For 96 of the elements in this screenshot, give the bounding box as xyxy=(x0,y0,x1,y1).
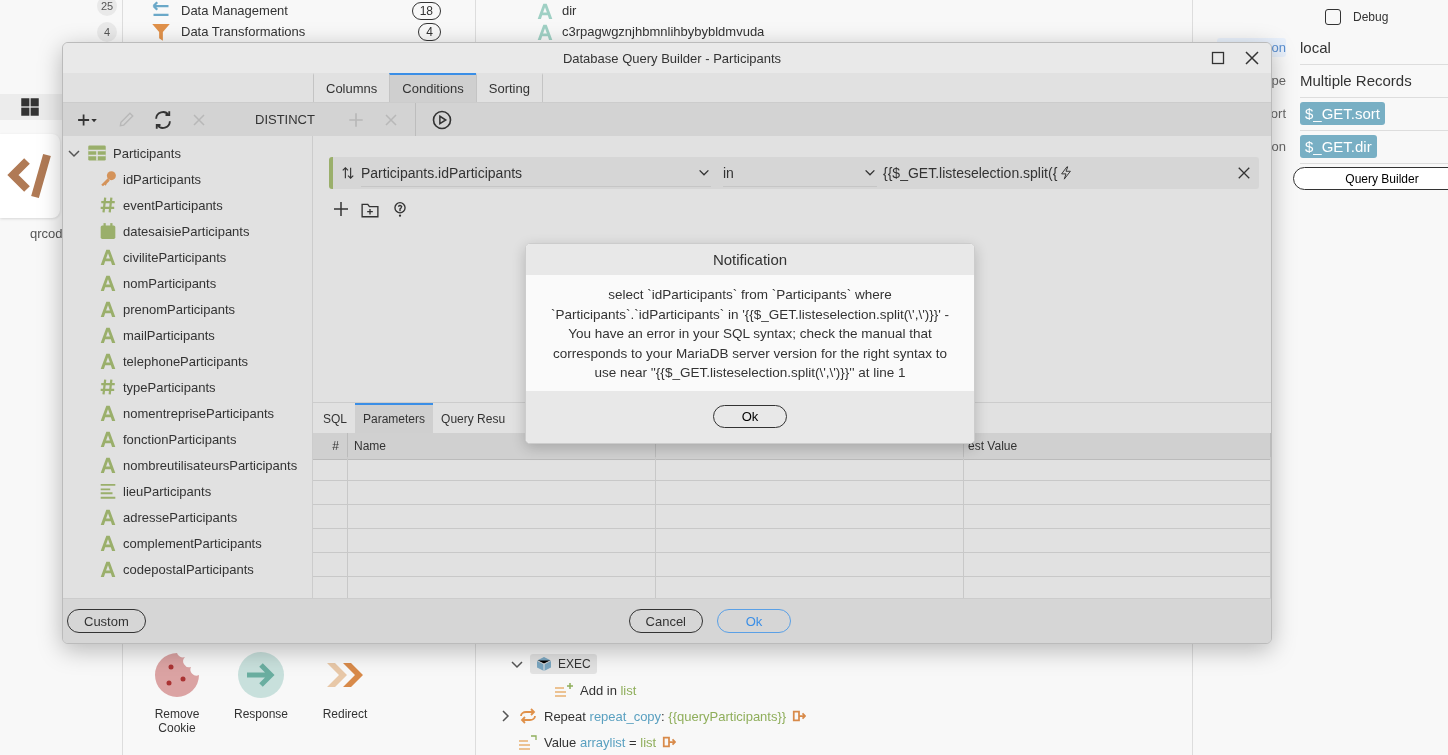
flow-step: Add in list xyxy=(580,682,637,698)
distinct-button[interactable]: DISTINCT xyxy=(253,110,317,129)
property-value[interactable]: local xyxy=(1300,38,1331,56)
plus-icon xyxy=(346,110,365,129)
key-icon xyxy=(99,170,117,188)
list-plus-icon xyxy=(554,680,574,700)
tree-item[interactable]: nomentrepriseParticipants xyxy=(123,405,275,421)
category-item[interactable]: Data Transformations xyxy=(181,24,409,39)
hash-icon xyxy=(99,196,117,214)
exec-step[interactable]: EXEC xyxy=(530,654,597,674)
letter-a-icon xyxy=(99,534,117,552)
letter-a-icon xyxy=(99,430,117,448)
action-label[interactable]: Redirect xyxy=(322,707,368,721)
letter-a-icon xyxy=(99,248,117,266)
column-header: est Value xyxy=(964,433,1271,460)
letter-a-icon xyxy=(99,456,117,474)
cube-icon xyxy=(536,656,552,672)
tile-label: qrcod xyxy=(30,226,63,241)
lines-icon xyxy=(99,482,117,500)
list-link-icon xyxy=(518,732,538,752)
property-label: pe xyxy=(1270,72,1286,90)
checkbox-label: Debug xyxy=(1353,10,1389,24)
table-icon xyxy=(87,143,107,163)
grid-view-icon xyxy=(20,97,40,117)
component-tile[interactable] xyxy=(0,134,60,218)
letter-a-icon xyxy=(536,1,554,20)
repeat-icon xyxy=(518,706,538,726)
property-label: on xyxy=(1270,138,1286,156)
funnel-icon xyxy=(151,21,171,42)
letter-a-icon xyxy=(99,274,117,292)
value-field[interactable]: {{$_GET.listeselection.split({ xyxy=(883,165,1058,181)
tree-item[interactable]: mailParticipants xyxy=(123,327,215,343)
tree-item[interactable]: complementParticipants xyxy=(123,535,262,551)
calendar-icon xyxy=(99,222,117,240)
tree-item[interactable]: eventParticipants xyxy=(123,197,223,213)
tree-item[interactable]: idParticipants xyxy=(123,171,202,187)
error-message: select `idParticipants` from `Participants` where `Participants`.`idParticipants` in '{{$_GET.listeselection.split(\',\')}}' - You have an error in your SQL syntax; check the manual that corresponds to your MariaDB server version for the right syntax to use near ''{{$_GET.listeselection.split(\',\')}}'' at line 1 xyxy=(550,287,950,380)
letter-a-icon xyxy=(99,404,117,422)
refresh-icon xyxy=(153,109,173,130)
field-select[interactable]: Participants.idParticipants xyxy=(361,159,711,187)
arrow-circle-icon xyxy=(237,651,285,699)
letter-a-icon xyxy=(99,300,117,318)
tab[interactable]: Query Resu xyxy=(433,403,514,433)
close-icon xyxy=(1237,166,1251,180)
field-name[interactable]: dir xyxy=(562,3,577,18)
tree-item[interactable]: civiliteParticipants xyxy=(123,249,227,265)
letter-a-icon xyxy=(99,508,117,526)
count-badge: 25 xyxy=(97,0,117,16)
letter-a-icon xyxy=(99,326,117,344)
tree-item[interactable]: typeParticipants xyxy=(123,379,216,395)
letter-a-icon xyxy=(99,560,117,578)
tree-item[interactable]: telephoneParticipants xyxy=(123,353,249,369)
operator-select[interactable]: in xyxy=(723,159,877,187)
action-label[interactable]: Remove Cookie xyxy=(147,707,207,735)
field-name[interactable]: c3rpagwgznjhbmnlihbybybldmvuda xyxy=(562,24,765,39)
tree-item[interactable]: Participants xyxy=(113,145,181,161)
tab[interactable]: Conditions xyxy=(389,73,476,102)
tab[interactable]: Parameters xyxy=(355,403,434,433)
close-icon xyxy=(191,111,207,128)
flow-step: Repeat repeat_copy: {{queryParticipants}} xyxy=(544,708,787,724)
letter-a-icon xyxy=(99,352,117,370)
hash-icon xyxy=(99,378,117,396)
notification-title: Notification xyxy=(712,251,788,268)
column-header: # xyxy=(313,433,348,460)
close-icon[interactable] xyxy=(1245,51,1259,65)
property-value[interactable]: Multiple Records xyxy=(1300,71,1412,89)
tree-item[interactable]: nombreutilisateursParticipants xyxy=(123,457,298,473)
tree-item[interactable]: prenomParticipants xyxy=(123,301,235,317)
tab[interactable]: Sorting xyxy=(475,73,543,102)
tree-item[interactable]: nomParticipants xyxy=(123,275,217,291)
play-circle-icon xyxy=(431,109,452,130)
tab[interactable]: SQL xyxy=(315,403,355,433)
folder-plus-icon xyxy=(361,201,379,219)
action-label[interactable]: Response xyxy=(233,707,288,721)
category-item[interactable]: Data Management xyxy=(181,3,402,18)
checkbox[interactable] xyxy=(1325,9,1341,25)
count-badge: 4 xyxy=(97,22,117,42)
exit-icon xyxy=(792,709,807,723)
query-builder-button[interactable]: Query Builder xyxy=(1293,167,1448,190)
exit-icon xyxy=(662,735,677,749)
tree-item[interactable]: fonctionParticipants xyxy=(123,431,237,447)
tree-item[interactable]: adresseParticipants xyxy=(123,509,238,525)
pencil-icon xyxy=(117,110,135,129)
close-icon xyxy=(382,111,399,128)
sort-icon xyxy=(341,166,355,180)
tree-item[interactable]: lieuParticipants xyxy=(123,483,212,499)
lightning-icon xyxy=(1059,166,1074,180)
tree-item[interactable]: codepostalParticipants xyxy=(123,561,254,577)
tree-item[interactable]: datesaisieParticipants xyxy=(123,223,250,239)
dialog-title: Database Query Builder - Participants xyxy=(561,50,783,66)
maximize-icon[interactable] xyxy=(1211,51,1225,65)
cookie-icon xyxy=(153,651,201,699)
letter-a-icon xyxy=(536,22,554,41)
help-icon xyxy=(391,201,409,219)
plus-icon xyxy=(333,201,349,217)
flow-step: Value arraylist = list xyxy=(544,734,657,750)
